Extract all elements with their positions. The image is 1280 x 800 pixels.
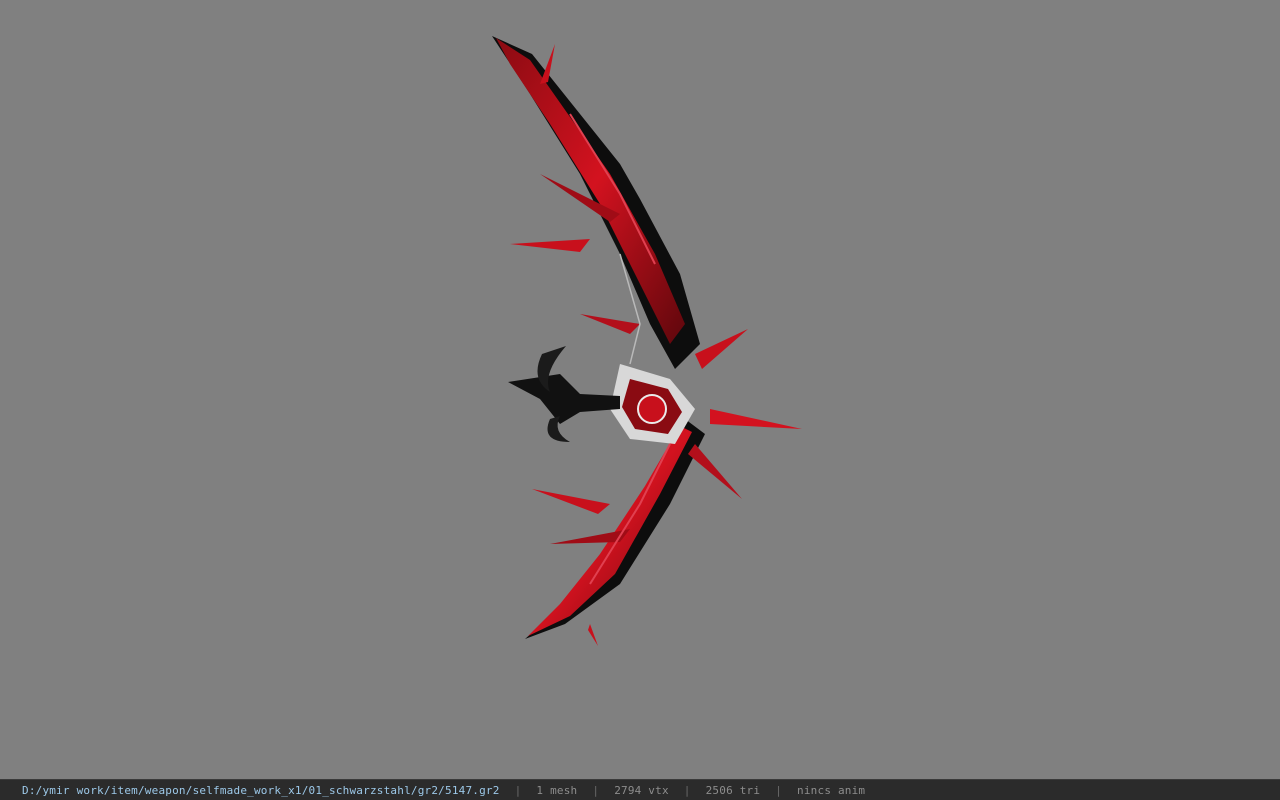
separator: | xyxy=(775,783,783,797)
3d-viewport[interactable] xyxy=(0,0,1280,779)
separator: | xyxy=(514,783,522,797)
status-bar: D:/ymir work/item/weapon/selfmade_work_x… xyxy=(0,779,1280,800)
lower-limb-red xyxy=(528,426,692,636)
mesh-count: 1 mesh xyxy=(536,783,578,797)
bow-model xyxy=(492,36,802,646)
vertex-count: 2794 vtx xyxy=(614,783,669,797)
triangle-count: 2506 tri xyxy=(705,783,761,797)
file-path: D:/ymir work/item/weapon/selfmade_work_x… xyxy=(22,783,500,797)
arrow-rest xyxy=(508,374,620,424)
animation-status: nincs anim xyxy=(797,783,866,797)
separator: | xyxy=(683,783,691,797)
separator: | xyxy=(592,783,600,797)
